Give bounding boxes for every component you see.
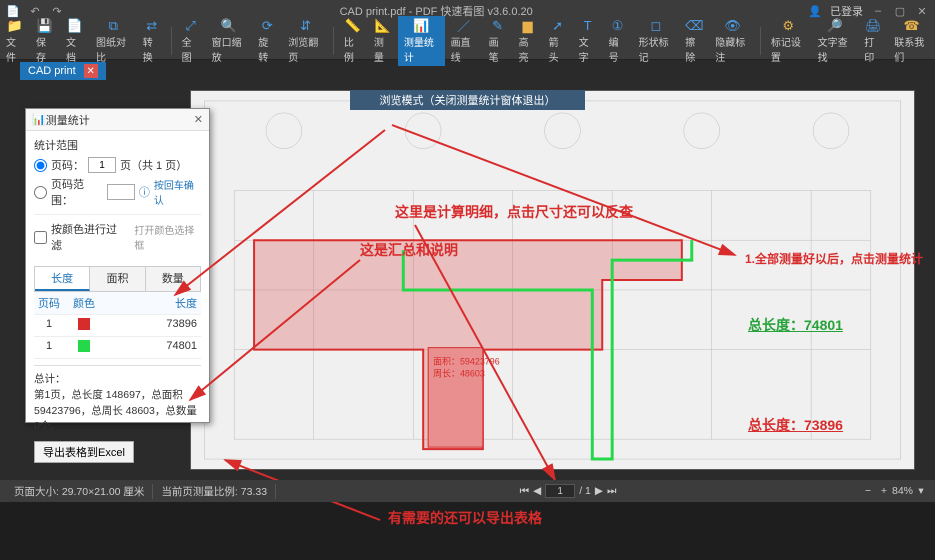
zoom-in-button[interactable]: + — [876, 485, 892, 497]
zoom-out-button[interactable]: − — [860, 485, 876, 497]
tab-count[interactable]: 数量 — [146, 267, 200, 291]
save-button[interactable]: 💾保存 — [30, 16, 60, 66]
measure-stats-panel: 📊 测量统计 ✕ 统计范围 页码： 页（共 1 页） 页码范围： ⓘ 按回车确认… — [25, 108, 210, 423]
page-radio-label: 页码： — [51, 157, 84, 173]
page-from-input[interactable] — [88, 157, 116, 173]
status-bar: 页面大小: 29.70×21.00 厘米 当前页测量比例: 73.33 ⏮ ◀ … — [0, 480, 935, 502]
status-ratio: 当前页测量比例: 73.33 — [153, 484, 276, 499]
table-row[interactable]: 1 73896 — [34, 315, 201, 337]
panel-close-button[interactable]: ✕ — [194, 113, 203, 126]
page-total: / 1 — [579, 485, 591, 497]
area-label: 面积：59423796 — [433, 356, 500, 367]
scope-label: 统计范围 — [34, 137, 201, 153]
page-total-text: 页（共 1 页） — [120, 157, 187, 173]
color-filter-label: 按颜色进行过滤 — [51, 221, 124, 253]
highlight-button[interactable]: ▆高亮 — [513, 16, 543, 66]
winzoom-button[interactable]: 🔍窗口缩放 — [206, 16, 253, 66]
measure-button[interactable]: 📐测量 — [368, 16, 398, 66]
col-page: 页码 — [34, 292, 64, 314]
next-page-button[interactable]: ▶ — [595, 485, 603, 497]
last-page-button[interactable]: ⏭ — [607, 485, 616, 498]
panel-title: 测量统计 — [46, 112, 194, 128]
range-hint: 按回车确认 — [154, 177, 201, 207]
export-excel-button[interactable]: 导出表格到Excel — [34, 441, 134, 463]
print-button[interactable]: 🖨打印 — [858, 16, 888, 66]
panel-icon: 📊 — [32, 113, 46, 126]
findtext-button[interactable]: 🔎文字查找 — [812, 16, 859, 66]
browsepage-button[interactable]: ⇵浏览翻页 — [282, 16, 329, 66]
doc-button[interactable]: 📄文档 — [60, 16, 90, 66]
color-filter-checkbox[interactable] — [34, 231, 47, 244]
text-button[interactable]: T文字 — [573, 16, 603, 66]
col-color: 颜色 — [64, 292, 104, 314]
measurestat-button[interactable]: 📊测量统计 — [398, 16, 445, 66]
first-page-button[interactable]: ⏮ — [520, 485, 529, 498]
range-radio[interactable] — [34, 186, 47, 199]
document-tab-close[interactable]: ✕ — [84, 64, 98, 78]
arrow-button[interactable]: ➚箭头 — [543, 16, 573, 66]
compare-button[interactable]: ⧉图纸对比 — [90, 16, 137, 66]
main-toolbar: 📁文件 💾保存 📄文档 ⧉图纸对比 ⇄转换 ⤢全图 🔍窗口缩放 ⟳旋转 ⇵浏览翻… — [0, 22, 935, 60]
color-filter-hint: 打开颜色选择框 — [134, 222, 201, 252]
status-pagesize: 页面大小: 29.70×21.00 厘米 — [6, 484, 153, 499]
brush-button[interactable]: ✎画笔 — [483, 16, 513, 66]
result-table: 页码 颜色 长度 1 73896 1 74801 — [34, 292, 201, 359]
rotate-button[interactable]: ⟳旋转 — [252, 16, 282, 66]
mode-banner: 浏览模式（关闭测量统计窗体退出） — [350, 90, 585, 110]
document-tab-label: CAD print — [28, 65, 76, 77]
tab-length[interactable]: 长度 — [35, 267, 90, 291]
page-input[interactable] — [545, 484, 575, 498]
perim-label: 周长：48603 — [433, 367, 485, 378]
drawing-canvas[interactable]: 面积：59423796 周长：48603 — [190, 90, 915, 470]
color-swatch-red — [78, 318, 90, 330]
line-button[interactable]: ／画直线 — [445, 16, 483, 66]
range-input[interactable] — [107, 184, 135, 200]
file-button[interactable]: 📁文件 — [0, 16, 30, 66]
shapemark-button[interactable]: ◻形状标记 — [633, 16, 680, 66]
marksetting-button[interactable]: ⚙标记设置 — [765, 16, 812, 66]
total-label: 总计： — [34, 372, 201, 388]
result-tabs: 长度 面积 数量 — [34, 266, 201, 292]
convert-button[interactable]: ⇄转换 — [137, 16, 167, 66]
tab-area[interactable]: 面积 — [90, 267, 145, 291]
page-radio[interactable] — [34, 159, 47, 172]
range-radio-label: 页码范围： — [51, 176, 103, 208]
pager: ⏮ ◀ / 1 ▶ ⏭ — [520, 484, 617, 498]
fullimg-button[interactable]: ⤢全图 — [176, 16, 206, 66]
prev-page-button[interactable]: ◀ — [533, 485, 541, 497]
erase-button[interactable]: ⌫擦除 — [679, 16, 709, 66]
number-button[interactable]: ①编号 — [603, 16, 633, 66]
col-length: 长度 — [104, 292, 201, 314]
main-area: 面积：59423796 周长：48603 浏览模式（关闭测量统计窗体退出） 📊 … — [0, 80, 935, 480]
color-swatch-green — [78, 340, 90, 352]
zoom-dropdown[interactable]: ▾ — [913, 485, 929, 497]
scale-button[interactable]: 📏比例 — [338, 16, 368, 66]
annot-export: 有需要的还可以导出表格 — [388, 508, 542, 528]
summary-text: 第1页，总长度 148697，总面积 59423796，总周长 48603，总数… — [34, 388, 201, 435]
hidemark-button[interactable]: 👁隐藏标注 — [709, 16, 756, 66]
table-row[interactable]: 1 74801 — [34, 337, 201, 359]
zoom-value: 84% — [892, 485, 913, 497]
contact-button[interactable]: ☎联系我们 — [888, 16, 935, 66]
info-icon: ⓘ — [139, 184, 150, 200]
